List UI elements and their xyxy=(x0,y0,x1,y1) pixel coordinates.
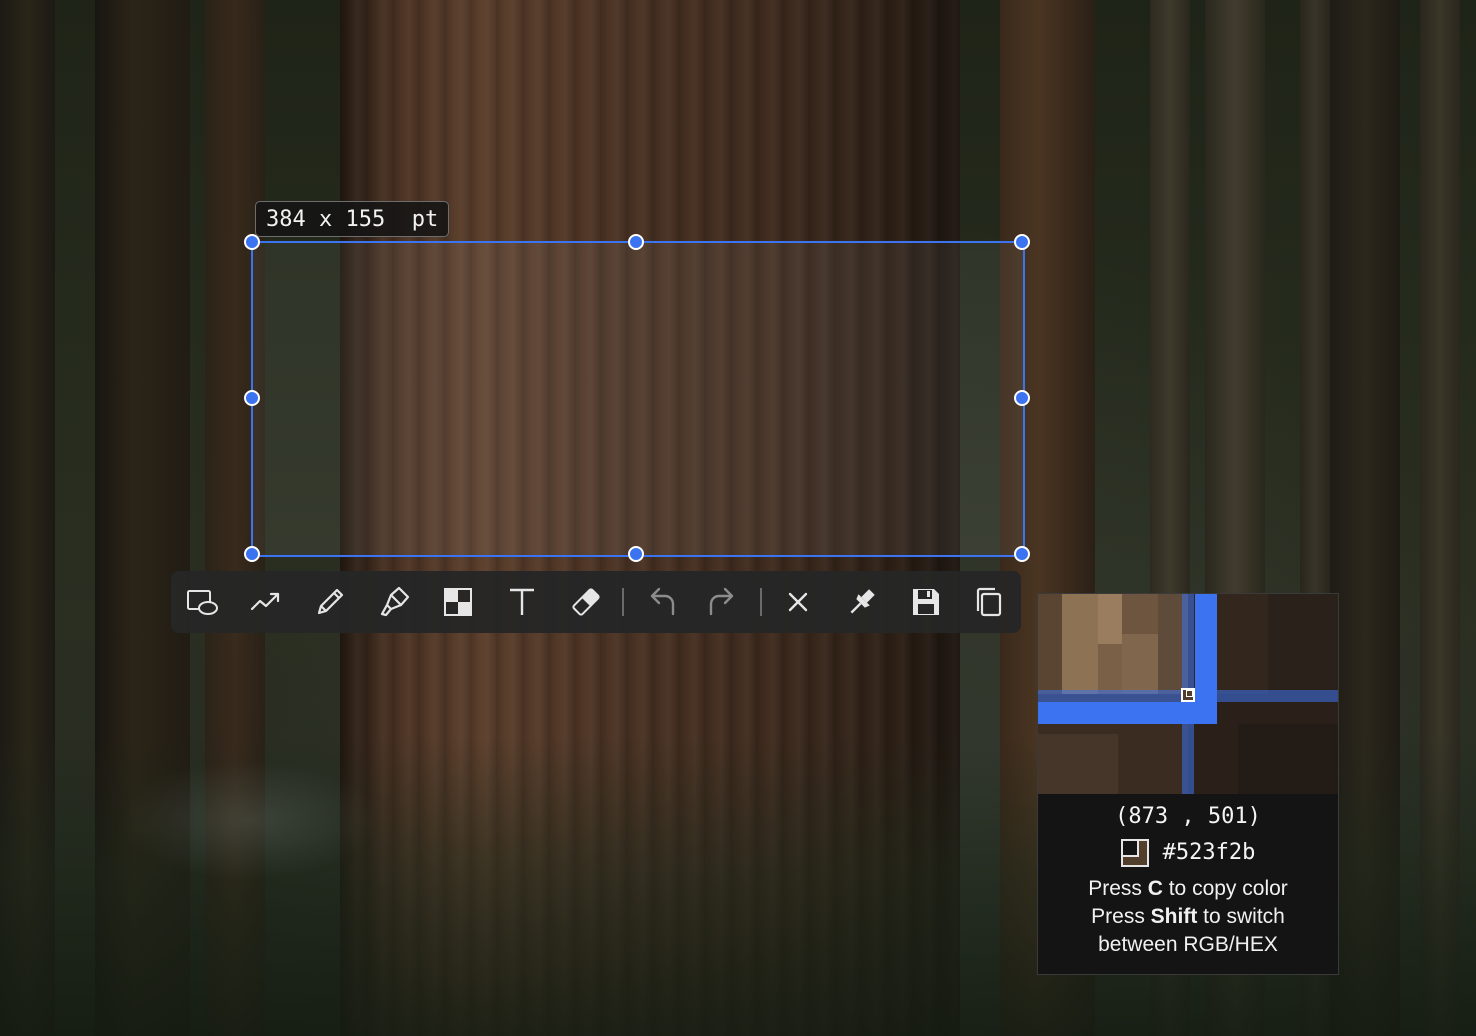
shapes-icon xyxy=(187,590,218,615)
pencil-tool[interactable] xyxy=(310,582,350,622)
eraser-tool[interactable] xyxy=(566,582,606,622)
resize-handle-top-right[interactable] xyxy=(1014,234,1030,250)
coord-separator: , xyxy=(1181,804,1195,829)
redo-button[interactable] xyxy=(704,582,744,622)
annotation-toolbar xyxy=(171,571,1021,633)
selection-size-label: 384 x 155 pt xyxy=(255,201,450,237)
coord-y: 501 xyxy=(1207,804,1248,829)
color-value-row: #523f2b xyxy=(1038,839,1338,867)
resize-handle-bottom-right[interactable] xyxy=(1014,546,1030,562)
copy-icon xyxy=(976,587,1002,617)
toolbar-divider xyxy=(760,588,762,616)
redo-icon xyxy=(709,587,734,616)
mosaic-tool[interactable] xyxy=(438,582,478,622)
color-picker-magnifier: (873 , 501) #523f2b Press C to copy colo… xyxy=(1037,593,1339,975)
hint-copy-color: Press C to copy color xyxy=(1088,877,1288,900)
resize-handle-left[interactable] xyxy=(244,390,260,406)
picker-hints: Press C to copy color Press Shift to swi… xyxy=(1038,875,1338,959)
cancel-button[interactable] xyxy=(778,582,818,622)
coord-x: 873 xyxy=(1128,804,1169,829)
hint-switch-format: Press Shift to switch xyxy=(1091,905,1285,928)
floppy-disk-icon xyxy=(913,589,939,615)
resize-handle-bottom[interactable] xyxy=(628,546,644,562)
pencil-icon xyxy=(317,588,344,615)
color-swatch-icon xyxy=(1120,839,1149,867)
size-unit: pt xyxy=(411,207,439,232)
arrow-tool[interactable] xyxy=(246,582,286,622)
color-info-panel: (873 , 501) #523f2b Press C to copy colo… xyxy=(1038,794,1338,959)
highlighter-tool[interactable] xyxy=(374,582,414,622)
undo-icon xyxy=(650,587,675,616)
pin-icon xyxy=(850,589,875,614)
zoomed-pixel-preview xyxy=(1038,594,1338,794)
screenshot-overlay[interactable]: 384 x 155 pt (873 , 501) #523f2b Press C… xyxy=(0,0,1476,1036)
cursor-coordinates: (873 , 501) xyxy=(1115,804,1261,829)
text-tool[interactable] xyxy=(502,582,542,622)
undo-button[interactable] xyxy=(640,582,680,622)
save-button[interactable] xyxy=(906,582,946,622)
size-height: 155 xyxy=(345,207,386,232)
capture-selection-area[interactable] xyxy=(251,241,1025,557)
hint-format-options: between RGB/HEX xyxy=(1098,933,1278,956)
text-icon xyxy=(510,588,534,615)
size-separator: x xyxy=(319,207,333,232)
pin-button[interactable] xyxy=(842,582,882,622)
copy-button[interactable] xyxy=(968,582,1008,622)
resize-handle-top[interactable] xyxy=(628,234,644,250)
close-icon xyxy=(788,592,808,612)
rectangle-ellipse-tool[interactable] xyxy=(182,582,222,622)
color-hex-value: #523f2b xyxy=(1162,839,1256,865)
marker-icon xyxy=(380,586,410,617)
size-width: 384 xyxy=(266,207,306,232)
arrow-line-icon xyxy=(250,592,280,611)
eraser-icon xyxy=(572,588,600,616)
resize-handle-bottom-left[interactable] xyxy=(244,546,260,562)
mosaic-icon xyxy=(444,588,472,616)
resize-handle-right[interactable] xyxy=(1014,390,1030,406)
toolbar-divider xyxy=(622,588,624,616)
